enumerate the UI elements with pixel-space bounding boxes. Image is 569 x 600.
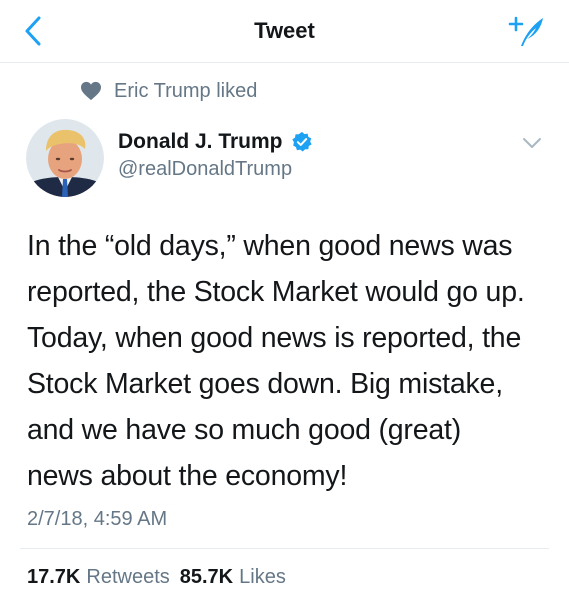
author-name: Donald J. Trump: [118, 130, 283, 153]
tweet-text-line: news about the economy!: [27, 460, 348, 492]
retweets-label: Retweets: [86, 566, 170, 588]
tweet-text-line: and we have so much good (great): [27, 414, 462, 446]
page-title: Tweet: [254, 18, 315, 43]
heart-icon: [81, 81, 101, 101]
tweet-text-line: Stock Market goes down. Big mistake,: [27, 368, 503, 400]
author-avatar-image: [26, 119, 104, 197]
retweets-stat[interactable]: 17.7K Retweets: [27, 566, 170, 589]
compose-tweet-icon: [508, 16, 543, 46]
tweet-options-button[interactable]: [519, 132, 545, 154]
top-bar: Tweet: [0, 0, 569, 63]
tweet-text-line: Today, when good news is reported, the: [27, 322, 522, 354]
retweets-count: 17.7K: [27, 566, 81, 588]
tweet-stats: 17.7K Retweets 85.7K Likes: [27, 566, 286, 589]
tweet-text: In the “old days,” when good news was re…: [27, 223, 547, 499]
compose-tweet-button[interactable]: [507, 12, 547, 50]
social-context-text: Eric Trump liked: [114, 79, 258, 102]
author-name-row[interactable]: Donald J. Trump: [118, 130, 313, 154]
tweet-detail-screen: Tweet Eric Trump liked Donald J. Trump @…: [0, 0, 569, 600]
social-context: Eric Trump liked: [80, 78, 257, 104]
divider: [20, 548, 549, 549]
likes-stat[interactable]: 85.7K Likes: [180, 566, 286, 589]
verified-badge-icon: [291, 131, 312, 152]
avatar[interactable]: [26, 119, 104, 197]
tweet-text-line: In the “old days,” when good news was: [27, 230, 513, 262]
tweet-timestamp: 2/7/18, 4:59 AM: [27, 508, 168, 530]
tweet-text-line: reported, the Stock Market would go up.: [27, 276, 525, 308]
likes-count: 85.7K: [179, 566, 234, 588]
likes-label: Likes: [239, 566, 286, 588]
chevron-down-icon: [523, 138, 541, 148]
author-handle[interactable]: @realDonaldTrump: [118, 158, 292, 181]
